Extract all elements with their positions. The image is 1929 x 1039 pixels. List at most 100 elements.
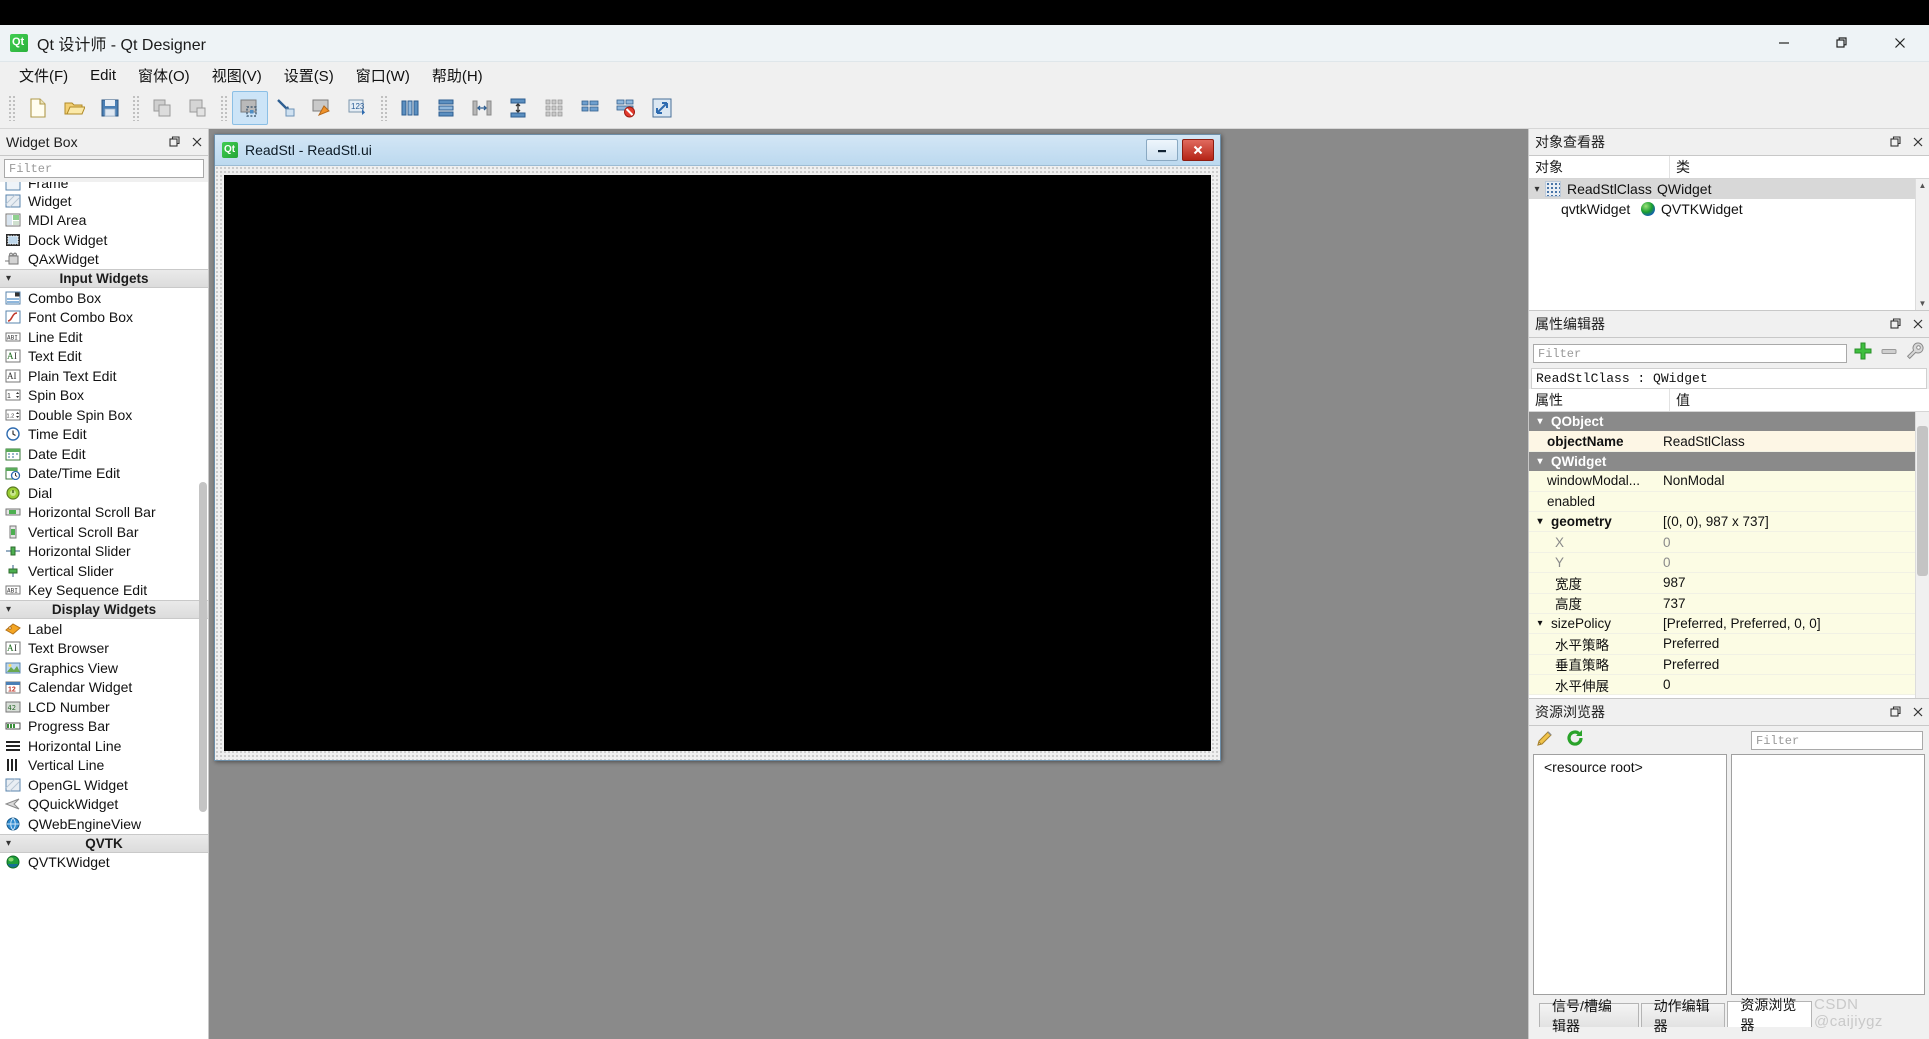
- widget-box-item-horizontal-line[interactable]: Horizontal Line: [0, 736, 208, 756]
- layout-form-icon[interactable]: [572, 91, 608, 125]
- scrollbar-thumb[interactable]: [1917, 426, 1928, 576]
- property-editor-grid[interactable]: ▾QObjectobjectNameReadStlClass▾QWidgetwi…: [1529, 412, 1929, 698]
- pencil-icon[interactable]: [1535, 728, 1555, 753]
- widget-box-item-text-edit[interactable]: AIText Edit: [0, 347, 208, 367]
- widget-box-item-line-edit[interactable]: ABILine Edit: [0, 327, 208, 347]
- widget-box-item-qvtkwidget[interactable]: QVTKWidget: [0, 853, 208, 873]
- widget-box-item-double-spin-box[interactable]: 1.2Double Spin Box: [0, 405, 208, 425]
- form-window[interactable]: ReadStl - ReadStl.ui: [214, 134, 1221, 761]
- break-layout-icon[interactable]: [608, 91, 644, 125]
- resource-filter-input[interactable]: Filter: [1751, 731, 1923, 750]
- property-row-windowmodal-[interactable]: windowModal...NonModal: [1529, 471, 1929, 491]
- widget-box-item-graphics-view[interactable]: Graphics View: [0, 658, 208, 678]
- copy-icon[interactable]: [144, 91, 180, 125]
- toolbar-grip-3[interactable]: [220, 95, 228, 121]
- plus-icon[interactable]: [1853, 341, 1873, 366]
- property-row-y[interactable]: Y0: [1529, 553, 1929, 573]
- chevron-down-icon[interactable]: ▾: [1529, 456, 1551, 467]
- property-value[interactable]: 987: [1657, 575, 1929, 590]
- scroll-down-icon[interactable]: ▼: [1916, 297, 1929, 310]
- adjust-size-icon[interactable]: [644, 91, 680, 125]
- new-file-icon[interactable]: [20, 91, 56, 125]
- property-row-高度[interactable]: 高度737: [1529, 594, 1929, 614]
- class-column-header[interactable]: 类: [1670, 156, 1696, 178]
- property-value[interactable]: 0: [1657, 535, 1929, 550]
- resource-tree-pane[interactable]: <resource root>: [1533, 754, 1727, 995]
- value-column-header[interactable]: 值: [1670, 389, 1696, 411]
- property-row-geometry[interactable]: ▾geometry[(0, 0), 987 x 737]: [1529, 512, 1929, 532]
- tab-action-editor[interactable]: 动作编辑器: [1641, 1003, 1726, 1027]
- menu-edit[interactable]: Edit: [79, 64, 127, 87]
- layout-splitter-horizontal-icon[interactable]: [464, 91, 500, 125]
- widget-box-item-label[interactable]: Label: [0, 619, 208, 639]
- widget-box-item-dock-widget[interactable]: Dock Widget: [0, 230, 208, 250]
- property-filter-input[interactable]: Filter: [1533, 344, 1847, 363]
- chevron-down-icon[interactable]: ▾: [1529, 184, 1545, 195]
- menu-view[interactable]: 视图(V): [201, 62, 273, 89]
- property-value[interactable]: NonModal: [1657, 473, 1929, 488]
- wrench-icon[interactable]: [1905, 341, 1925, 366]
- widget-box-item-calendar-widget[interactable]: 12Calendar Widget: [0, 678, 208, 698]
- property-value[interactable]: 737: [1657, 596, 1929, 611]
- property-row-enabled[interactable]: enabled: [1529, 492, 1929, 512]
- widget-box-item-font-combo-box[interactable]: Font Combo Box: [0, 308, 208, 328]
- minus-icon[interactable]: [1879, 341, 1899, 366]
- widget-box-item-horizontal-slider[interactable]: Horizontal Slider: [0, 542, 208, 562]
- resource-preview-pane[interactable]: [1731, 754, 1925, 995]
- property-group-qobject[interactable]: ▾QObject: [1529, 412, 1929, 431]
- widget-box-item-lcd-number[interactable]: 42LCD Number: [0, 697, 208, 717]
- object-tree-row-qvtkwidget[interactable]: qvtkWidget QVTKWidget: [1529, 199, 1929, 219]
- chevron-down-icon[interactable]: ▾: [6, 604, 11, 615]
- edit-signals-slots-icon[interactable]: [268, 91, 304, 125]
- property-row-x[interactable]: X0: [1529, 532, 1929, 552]
- widget-box-item-dial[interactable]: Dial: [0, 483, 208, 503]
- menu-help[interactable]: 帮助(H): [421, 62, 494, 89]
- widget-box-category-input-widgets[interactable]: ▾Input Widgets: [0, 269, 208, 288]
- edit-buddies-icon[interactable]: [304, 91, 340, 125]
- edit-tab-order-icon[interactable]: 123: [340, 91, 376, 125]
- float-icon[interactable]: [1885, 131, 1907, 153]
- resource-root-item[interactable]: <resource root>: [1544, 759, 1643, 775]
- widget-box-item-qaxwidget[interactable]: QAxWidget: [0, 250, 208, 270]
- edit-widgets-icon[interactable]: [232, 91, 268, 125]
- widget-box-item-vertical-line[interactable]: Vertical Line: [0, 756, 208, 776]
- property-value[interactable]: Preferred: [1657, 636, 1929, 651]
- property-value[interactable]: ReadStlClass: [1657, 434, 1929, 449]
- property-group-qwidget[interactable]: ▾QWidget: [1529, 452, 1929, 471]
- object-inspector-tree[interactable]: ▾ ReadStlClass QWidget qvtkWidget QVTKWi…: [1529, 179, 1929, 310]
- chevron-down-icon[interactable]: ▾: [1529, 516, 1551, 527]
- widget-box-item-opengl-widget[interactable]: OpenGL Widget: [0, 775, 208, 795]
- float-icon[interactable]: [1885, 313, 1907, 335]
- property-value[interactable]: [(0, 0), 987 x 737]: [1657, 514, 1929, 529]
- widget-box-item-plain-text-edit[interactable]: AIPlain Text Edit: [0, 366, 208, 386]
- qvtk-widget-canvas[interactable]: [224, 175, 1211, 751]
- save-file-icon[interactable]: [92, 91, 128, 125]
- layout-splitter-vertical-icon[interactable]: [500, 91, 536, 125]
- reload-icon[interactable]: [1565, 728, 1585, 753]
- toolbar-grip-2[interactable]: [132, 95, 140, 121]
- widget-box-item-frame[interactable]: Frame: [0, 182, 208, 191]
- widget-box-item-date-edit[interactable]: Date Edit: [0, 444, 208, 464]
- widget-box-item-time-edit[interactable]: Time Edit: [0, 425, 208, 445]
- widget-box-category-display-widgets[interactable]: ▾Display Widgets: [0, 600, 208, 619]
- menu-file[interactable]: 文件(F): [8, 62, 79, 89]
- layout-grid-icon[interactable]: [536, 91, 572, 125]
- widget-box-list[interactable]: FrameWidgetMDI AreaDock WidgetQAxWidget▾…: [0, 182, 208, 1039]
- property-row-sizepolicy[interactable]: ▾sizePolicy[Preferred, Preferred, 0, 0]: [1529, 614, 1929, 634]
- close-icon[interactable]: [1907, 313, 1929, 335]
- widget-box-item-vertical-scroll-bar[interactable]: Vertical Scroll Bar: [0, 522, 208, 542]
- close-button[interactable]: [1871, 25, 1929, 61]
- form-editor-area[interactable]: ReadStl - ReadStl.ui: [209, 129, 1528, 1039]
- widget-box-item-mdi-area[interactable]: MDI Area: [0, 211, 208, 231]
- toolbar-grip[interactable]: [8, 95, 16, 121]
- widget-box-item-text-browser[interactable]: AIText Browser: [0, 639, 208, 659]
- property-editor-scrollbar[interactable]: [1915, 412, 1929, 698]
- minimize-button[interactable]: [1755, 25, 1813, 61]
- widget-box-item-date-time-edit[interactable]: Date/Time Edit: [0, 464, 208, 484]
- chevron-down-icon[interactable]: ▾: [6, 838, 11, 849]
- tab-resource-browser[interactable]: 资源浏览器: [1727, 1001, 1812, 1027]
- close-icon[interactable]: [186, 131, 208, 153]
- widget-box-scrollbar[interactable]: [199, 482, 207, 812]
- property-value[interactable]: Preferred: [1657, 657, 1929, 672]
- property-value[interactable]: [Preferred, Preferred, 0, 0]: [1657, 616, 1929, 631]
